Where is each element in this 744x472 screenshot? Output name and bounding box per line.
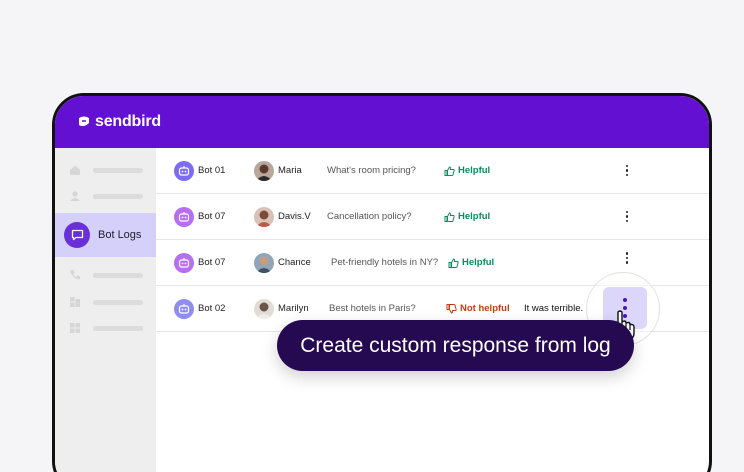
robot-icon xyxy=(174,206,194,227)
chat-bubble-icon xyxy=(64,222,90,248)
more-options-button[interactable] xyxy=(622,164,632,177)
dot xyxy=(625,261,629,264)
tooltip-text: Create custom response from log xyxy=(300,333,611,357)
bot-name: Bot 01 xyxy=(198,165,226,176)
avatar xyxy=(254,252,274,273)
thumbs-up-icon xyxy=(444,211,455,222)
thumbs-down-icon xyxy=(446,303,457,314)
users-icon xyxy=(70,191,80,201)
dot xyxy=(625,252,629,255)
sendbird-logo[interactable]: sendbird xyxy=(77,113,161,131)
grid-icon xyxy=(70,323,80,333)
sidebar-item-home[interactable] xyxy=(69,164,143,176)
feedback-badge: Not helpful xyxy=(446,303,510,314)
question-text: Cancellation policy? xyxy=(327,211,412,222)
comment-text: It was terrible. xyxy=(524,303,584,314)
brand-name: sendbird xyxy=(95,113,161,130)
user-name: Marilyn xyxy=(278,303,309,314)
dot xyxy=(625,169,629,172)
dot xyxy=(625,219,629,223)
dot xyxy=(625,256,629,259)
user-name: Davis.V xyxy=(278,211,311,222)
thumbs-up-icon xyxy=(448,257,459,268)
tooltip: Create custom response from log xyxy=(277,320,634,371)
sendbird-logo-icon xyxy=(79,116,89,127)
feedback-badge: Helpful xyxy=(444,165,490,176)
table-row[interactable]: Bot 01 Maria What's room pricing? Helpfu… xyxy=(156,148,709,194)
dot xyxy=(625,164,629,168)
robot-icon xyxy=(174,160,194,181)
sidebar-item-bot-logs[interactable]: Bot Logs xyxy=(55,213,156,257)
avatar xyxy=(254,160,274,181)
sidebar: Bot Logs xyxy=(55,148,156,472)
feedback-label: Not helpful xyxy=(460,303,510,314)
feedback-label: Helpful xyxy=(458,211,491,222)
feedback-label: Helpful xyxy=(462,257,495,268)
dot xyxy=(623,298,627,302)
more-options-button[interactable] xyxy=(622,210,632,223)
table-row[interactable]: Bot 07 Davis.V Cancellation policy? Help… xyxy=(156,194,709,240)
top-bar: sendbird xyxy=(55,96,709,148)
sidebar-item-apps[interactable] xyxy=(69,296,143,308)
sidebar-item-phone[interactable] xyxy=(69,269,143,281)
bot-name: Bot 07 xyxy=(198,257,226,268)
feedback-badge: Helpful xyxy=(444,211,490,222)
question-text: Best hotels in Paris? xyxy=(329,303,416,314)
sidebar-label-placeholder xyxy=(93,272,143,278)
sidebar-label-placeholder xyxy=(93,299,143,305)
dot xyxy=(625,215,629,218)
dot xyxy=(625,210,629,214)
sidebar-label-placeholder xyxy=(93,325,143,331)
sidebar-label-placeholder xyxy=(93,193,143,199)
user-name: Maria xyxy=(278,165,302,176)
robot-icon xyxy=(174,252,194,273)
user-name: Chance xyxy=(278,257,311,268)
feedback-badge: Helpful xyxy=(448,257,494,268)
feedback-label: Helpful xyxy=(458,165,491,176)
thumbs-up-icon xyxy=(444,165,455,176)
sidebar-item-users[interactable] xyxy=(69,190,143,202)
home-icon xyxy=(70,165,80,175)
avatar xyxy=(254,298,274,319)
bot-name: Bot 02 xyxy=(198,303,226,314)
bot-name: Bot 07 xyxy=(198,211,226,222)
robot-icon xyxy=(174,298,194,319)
apps-icon xyxy=(70,297,80,307)
question-text: What's room pricing? xyxy=(327,165,416,176)
sidebar-item-label: Bot Logs xyxy=(98,229,142,241)
dot xyxy=(625,173,629,177)
question-text: Pet-friendly hotels in NY? xyxy=(331,257,439,268)
sidebar-item-grid[interactable] xyxy=(69,322,143,334)
avatar xyxy=(254,206,274,227)
sidebar-label-placeholder xyxy=(93,167,143,173)
more-options-button[interactable] xyxy=(622,252,632,264)
phone-icon xyxy=(70,270,80,280)
